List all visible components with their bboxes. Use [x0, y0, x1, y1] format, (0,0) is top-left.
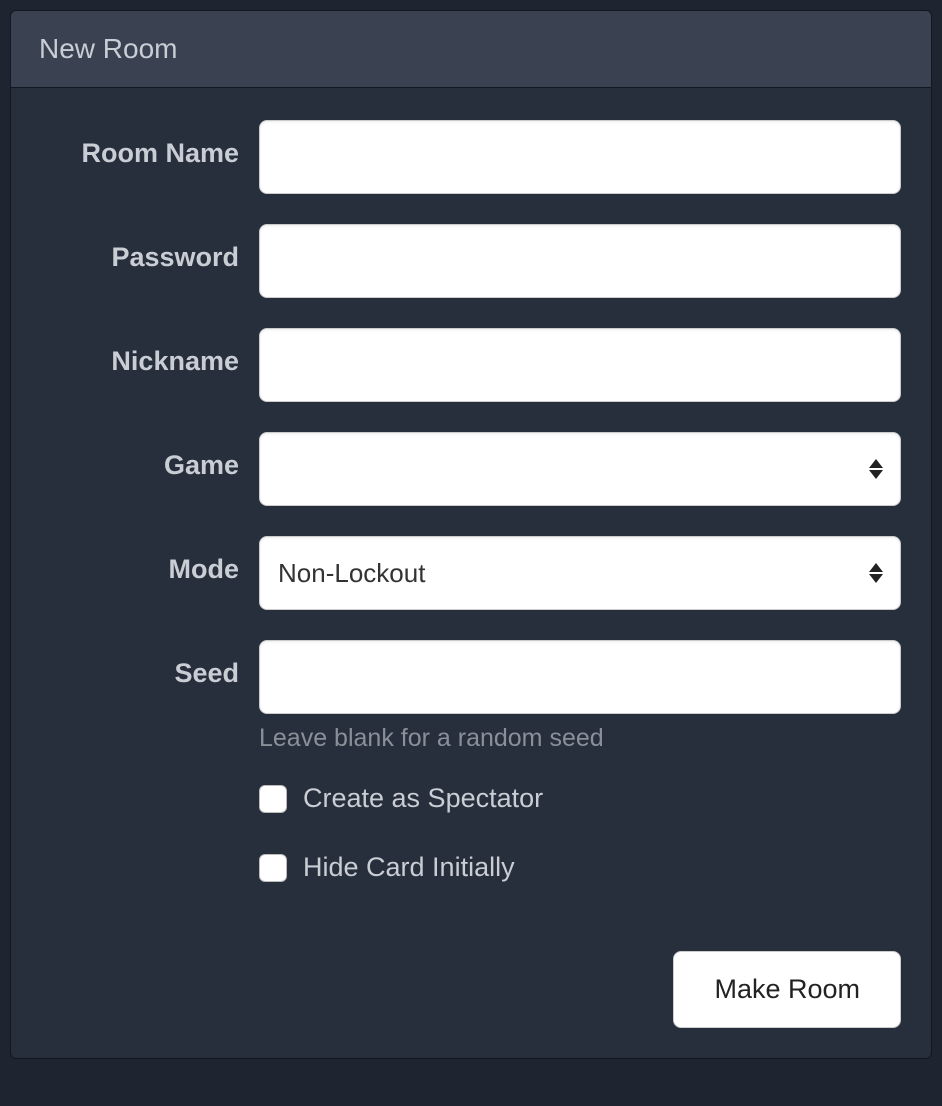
- label-nickname: Nickname: [41, 328, 259, 377]
- spectator-checkbox-row[interactable]: Create as Spectator: [259, 783, 901, 814]
- row-room-name: Room Name: [41, 120, 901, 194]
- row-password: Password: [41, 224, 901, 298]
- row-nickname: Nickname: [41, 328, 901, 402]
- label-game: Game: [41, 432, 259, 481]
- hide-card-checkbox[interactable]: [259, 854, 287, 882]
- seed-help-text: Leave blank for a random seed: [259, 724, 901, 753]
- label-seed: Seed: [41, 640, 259, 689]
- row-seed: Seed Leave blank for a random seed: [41, 640, 901, 753]
- seed-input[interactable]: [259, 640, 901, 714]
- spectator-label: Create as Spectator: [303, 783, 543, 814]
- hide-card-label: Hide Card Initially: [303, 852, 515, 883]
- label-room-name: Room Name: [41, 120, 259, 169]
- mode-select[interactable]: Non-Lockout: [259, 536, 901, 610]
- spectator-checkbox[interactable]: [259, 785, 287, 813]
- panel-title: New Room: [39, 33, 903, 65]
- nickname-input[interactable]: [259, 328, 901, 402]
- row-submit: Make Room: [41, 951, 901, 1028]
- row-checkboxes: Create as Spectator Hide Card Initially: [41, 783, 901, 921]
- room-name-input[interactable]: [259, 120, 901, 194]
- panel-header: New Room: [11, 11, 931, 88]
- label-mode: Mode: [41, 536, 259, 585]
- new-room-panel: New Room Room Name Password Nickname Gam…: [10, 10, 932, 1059]
- row-mode: Mode Non-Lockout: [41, 536, 901, 610]
- game-select-wrap: [259, 432, 901, 506]
- hide-card-checkbox-row[interactable]: Hide Card Initially: [259, 852, 901, 883]
- label-password: Password: [41, 224, 259, 273]
- mode-select-wrap: Non-Lockout: [259, 536, 901, 610]
- password-input[interactable]: [259, 224, 901, 298]
- panel-body: Room Name Password Nickname Game: [11, 88, 931, 1058]
- game-select[interactable]: [259, 432, 901, 506]
- make-room-button[interactable]: Make Room: [673, 951, 901, 1028]
- row-game: Game: [41, 432, 901, 506]
